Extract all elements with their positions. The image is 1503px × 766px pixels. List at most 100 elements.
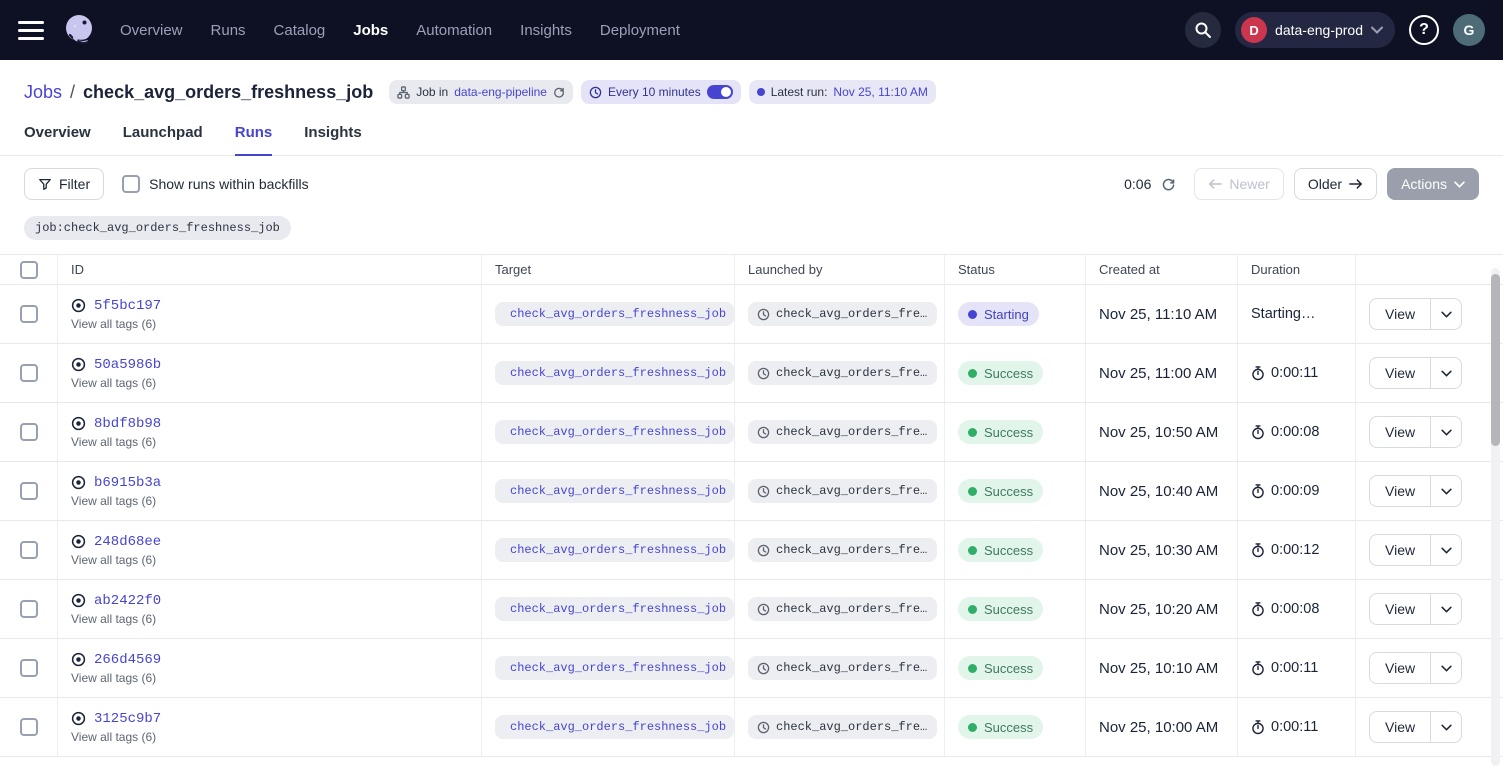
target-pill[interactable]: check_avg_orders_freshness_job xyxy=(495,479,734,503)
user-avatar[interactable]: G xyxy=(1453,14,1485,46)
schedule-clock-icon xyxy=(757,308,770,321)
run-id-link[interactable]: 8bdf8b98 xyxy=(94,416,161,432)
older-button[interactable]: Older xyxy=(1294,168,1377,200)
view-button[interactable]: View xyxy=(1370,476,1431,506)
run-id-link[interactable]: ab2422f0 xyxy=(94,593,161,609)
view-all-tags-link[interactable]: View all tags (6) xyxy=(71,376,156,390)
run-id-link[interactable]: 266d4569 xyxy=(94,652,161,668)
job-filter-tag[interactable]: job:check_avg_orders_freshness_job xyxy=(24,216,291,240)
target-pill[interactable]: check_avg_orders_freshness_job xyxy=(495,597,734,621)
workspace-switcher[interactable]: D data-eng-prod xyxy=(1235,12,1395,48)
launched-by-pill[interactable]: check_avg_orders_freshness_job xyxy=(748,538,937,562)
stopwatch-icon xyxy=(1251,602,1265,617)
view-all-tags-link[interactable]: View all tags (6) xyxy=(71,671,156,685)
schedule-toggle[interactable] xyxy=(707,85,733,99)
refresh-icon[interactable] xyxy=(1161,177,1176,192)
vertical-scrollbar[interactable] xyxy=(1491,268,1500,766)
search-button[interactable] xyxy=(1185,12,1221,48)
latest-run-link[interactable]: Nov 25, 11:10 AM xyxy=(833,85,928,99)
actions-label: Actions xyxy=(1401,176,1447,192)
scrollbar-thumb[interactable] xyxy=(1491,274,1500,446)
row-checkbox[interactable] xyxy=(20,482,38,500)
view-button[interactable]: View xyxy=(1370,358,1431,388)
row-checkbox[interactable] xyxy=(20,718,38,736)
created-at: Nov 25, 11:00 AM xyxy=(1099,365,1217,382)
dagster-logo-icon[interactable] xyxy=(60,11,98,49)
breadcrumb-jobs-link[interactable]: Jobs xyxy=(24,82,62,103)
reload-icon[interactable] xyxy=(553,86,565,98)
nav-item-catalog[interactable]: Catalog xyxy=(274,22,326,39)
nav-item-runs[interactable]: Runs xyxy=(211,22,246,39)
run-id-link[interactable]: 248d68ee xyxy=(94,534,161,550)
view-all-tags-link[interactable]: View all tags (6) xyxy=(71,494,156,508)
view-split-button: View xyxy=(1369,298,1462,330)
nav-item-overview[interactable]: Overview xyxy=(120,22,183,39)
run-id-link[interactable]: 5f5bc197 xyxy=(94,298,161,314)
target-pill[interactable]: check_avg_orders_freshness_job xyxy=(495,302,734,326)
view-all-tags-link[interactable]: View all tags (6) xyxy=(71,317,156,331)
view-menu-button[interactable] xyxy=(1431,712,1461,742)
status-dot-icon xyxy=(968,428,977,437)
view-button[interactable]: View xyxy=(1370,712,1431,742)
filter-button[interactable]: Filter xyxy=(24,168,104,200)
show-backfills-checkbox[interactable] xyxy=(122,175,140,193)
row-checkbox[interactable] xyxy=(20,423,38,441)
run-id-link[interactable]: 3125c9b7 xyxy=(94,711,161,727)
view-button[interactable]: View xyxy=(1370,417,1431,447)
select-all-checkbox[interactable] xyxy=(20,261,38,279)
target-pill[interactable]: check_avg_orders_freshness_job xyxy=(495,420,734,444)
schedule-clock-icon xyxy=(757,544,770,557)
row-checkbox[interactable] xyxy=(20,541,38,559)
row-checkbox[interactable] xyxy=(20,659,38,677)
tab-launchpad[interactable]: Launchpad xyxy=(123,124,203,155)
launched-by-pill[interactable]: check_avg_orders_freshness_job xyxy=(748,479,937,503)
tab-overview[interactable]: Overview xyxy=(24,124,91,155)
view-menu-button[interactable] xyxy=(1431,535,1461,565)
actions-button[interactable]: Actions xyxy=(1387,168,1479,200)
view-menu-button[interactable] xyxy=(1431,299,1461,329)
pipeline-link[interactable]: data-eng-pipeline xyxy=(454,85,547,99)
table-row: 50a5986b View all tags (6) check_avg_ord… xyxy=(0,344,1503,403)
view-menu-button[interactable] xyxy=(1431,417,1461,447)
target-pill[interactable]: check_avg_orders_freshness_job xyxy=(495,715,734,739)
view-button[interactable]: View xyxy=(1370,653,1431,683)
view-all-tags-link[interactable]: View all tags (6) xyxy=(71,553,156,567)
launched-by-pill[interactable]: check_avg_orders_freshness_job xyxy=(748,715,937,739)
launched-by-pill[interactable]: check_avg_orders_freshness_job xyxy=(748,361,937,385)
run-target-icon xyxy=(71,357,86,372)
view-button[interactable]: View xyxy=(1370,535,1431,565)
launched-by-pill[interactable]: check_avg_orders_freshness_job xyxy=(748,302,937,326)
launched-by-pill[interactable]: check_avg_orders_freshness_job xyxy=(748,420,937,444)
show-backfills-label[interactable]: Show runs within backfills xyxy=(149,176,309,192)
launched-by-pill[interactable]: check_avg_orders_freshness_job xyxy=(748,597,937,621)
nav-item-jobs[interactable]: Jobs xyxy=(353,22,388,39)
help-button[interactable]: ? xyxy=(1409,15,1439,45)
view-all-tags-link[interactable]: View all tags (6) xyxy=(71,435,156,449)
run-id-link[interactable]: 50a5986b xyxy=(94,357,161,373)
target-pill[interactable]: check_avg_orders_freshness_job xyxy=(495,538,734,562)
nav-item-insights[interactable]: Insights xyxy=(520,22,572,39)
launched-by-pill[interactable]: check_avg_orders_freshness_job xyxy=(748,656,937,680)
newer-button[interactable]: Newer xyxy=(1194,168,1283,200)
row-checkbox[interactable] xyxy=(20,600,38,618)
filter-label: Filter xyxy=(59,176,90,192)
tab-runs[interactable]: Runs xyxy=(235,124,273,156)
row-checkbox[interactable] xyxy=(20,364,38,382)
status-dot-icon xyxy=(968,369,977,378)
view-all-tags-link[interactable]: View all tags (6) xyxy=(71,612,156,626)
view-button[interactable]: View xyxy=(1370,299,1431,329)
view-menu-button[interactable] xyxy=(1431,476,1461,506)
row-checkbox[interactable] xyxy=(20,305,38,323)
nav-item-deployment[interactable]: Deployment xyxy=(600,22,680,39)
target-pill[interactable]: check_avg_orders_freshness_job xyxy=(495,656,734,680)
view-all-tags-link[interactable]: View all tags (6) xyxy=(71,730,156,744)
target-pill[interactable]: check_avg_orders_freshness_job xyxy=(495,361,734,385)
view-button[interactable]: View xyxy=(1370,594,1431,624)
run-id-link[interactable]: b6915b3a xyxy=(94,475,161,491)
view-menu-button[interactable] xyxy=(1431,358,1461,388)
view-menu-button[interactable] xyxy=(1431,653,1461,683)
nav-item-automation[interactable]: Automation xyxy=(416,22,492,39)
menu-icon[interactable] xyxy=(18,21,44,40)
view-menu-button[interactable] xyxy=(1431,594,1461,624)
tab-insights[interactable]: Insights xyxy=(304,124,362,155)
